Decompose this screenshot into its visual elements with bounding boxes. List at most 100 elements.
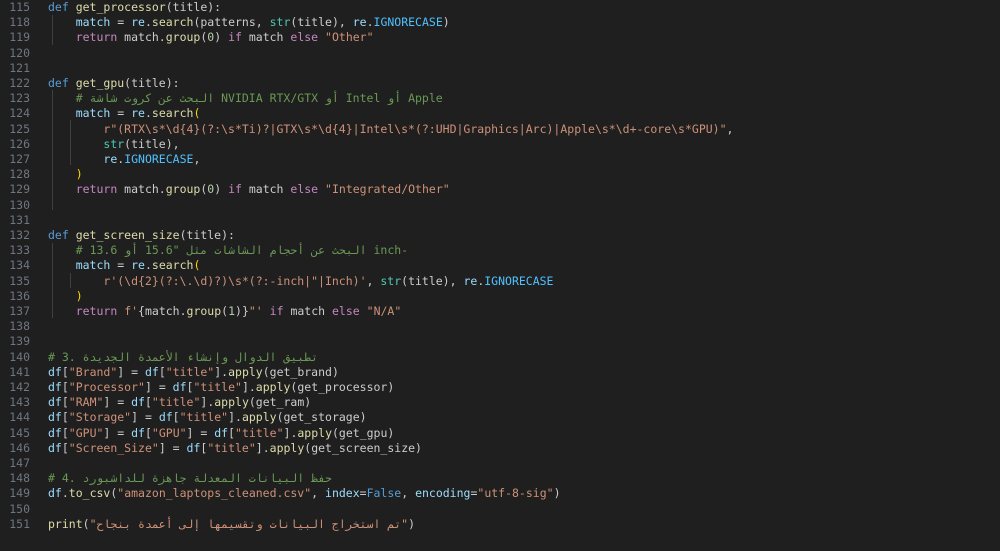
code-text: def get_processor(title): (48, 0, 221, 15)
code-text: df.to_csv("amazon_laptops_cleaned.csv", … (48, 486, 561, 501)
code-text: def get_screen_size(title): (48, 228, 235, 243)
code-line[interactable]: 133 # البحث عن أحجام الشاشات مثل "15.6 أ… (0, 243, 1000, 258)
code-line[interactable]: 136 ) (0, 289, 1000, 304)
line-number: 126 (9, 136, 30, 151)
code-line[interactable]: 149 df.to_csv("amazon_laptops_cleaned.csv… (0, 486, 1000, 501)
code-token: ] = (117, 364, 145, 379)
code-token: ) (408, 516, 416, 531)
code-token: "RAM" (68, 395, 104, 410)
code-token: (get_processor) (290, 380, 395, 394)
code-line[interactable]: 124 match = re.search( (0, 106, 1000, 121)
code-token: ) (75, 167, 83, 182)
code-token: IGNORECASE (373, 15, 443, 30)
code-line[interactable]: 147 (0, 456, 1000, 471)
code-token: search (151, 258, 194, 273)
code-line[interactable]: 142 df["Processor"] = df["title"].apply(g… (0, 380, 1000, 395)
code-token: ] = (131, 410, 159, 425)
code-line[interactable]: 127 re.IGNORECASE, (0, 152, 1000, 167)
code-text: # 4. حفظ البيانات المعدلة جاهزة للداشبور… (48, 471, 332, 486)
code-token: to_csv (68, 486, 111, 501)
code-token: search (151, 106, 194, 121)
code-token: df (48, 486, 62, 501)
code-token: . (144, 106, 152, 121)
code-line[interactable]: 121 (0, 61, 1000, 76)
code-token: return (75, 182, 118, 197)
line-number: 136 (9, 288, 30, 303)
code-line[interactable]: 141 df["Brand"] = df["title"].apply(get_b… (0, 365, 1000, 380)
code-line[interactable]: 150 (0, 502, 1000, 517)
code-line[interactable]: 144 df["Storage"] = df["title"].apply(get… (0, 410, 1000, 425)
code-token: f' (124, 304, 139, 318)
code-text: df["Brand"] = df["title"].apply(get_bran… (48, 365, 339, 380)
code-token: get_screen_size (75, 228, 180, 242)
code-line[interactable]: 131 (0, 213, 1000, 228)
code-line[interactable]: 120 (0, 46, 1000, 61)
code-token: (title): (124, 76, 180, 90)
code-line[interactable]: 123 # البحث عن كروت شاشة NVIDIA RTX/GTX … (0, 91, 1000, 106)
code-token: apply (255, 380, 291, 394)
code-token: (get_gpu) (332, 425, 395, 440)
code-token: apply (297, 425, 332, 440)
code-text: df["RAM"] = df["title"].apply(get_ram) (48, 395, 311, 410)
code-line[interactable]: 143 df["RAM"] = df["title"].apply(get_ram… (0, 395, 1000, 410)
code-line[interactable]: 132 def get_screen_size(title): (0, 228, 1000, 243)
code-token: "Processor" (68, 380, 145, 394)
line-number: 148 (9, 471, 30, 486)
code-token: "Integrated/Other" (325, 182, 450, 197)
code-line[interactable]: 151 print("تم استخراج البيانات وتقسيمها إ… (0, 517, 1000, 532)
code-editor[interactable]: 115 def get_processor(title): 118 match = … (0, 0, 1000, 551)
code-token: "GPU" (68, 425, 104, 440)
code-line[interactable]: 118 match = re.search(patterns, str(titl… (0, 15, 1000, 30)
code-token: ( (193, 258, 201, 273)
code-line[interactable]: 115 def get_processor(title): (0, 0, 1000, 15)
code-token: group (165, 30, 201, 45)
line-number: 143 (9, 395, 30, 410)
code-line[interactable]: 137 return f'{match.group(1)}"' if match… (0, 304, 1000, 319)
code-line[interactable]: 134 match = re.search( (0, 258, 1000, 273)
code-token: str (103, 136, 125, 151)
code-line[interactable]: 122 def get_gpu(title): (0, 76, 1000, 91)
line-number: 145 (9, 425, 30, 440)
code-line[interactable]: 140 # 3. تطبيق الدوال وإنشاء الأعمدة الجد… (0, 350, 1000, 365)
code-line[interactable]: 135 r'(\d{2}(?:\.\d)?)\s*(?:-inch|"|Inch… (0, 274, 1000, 289)
code-line[interactable]: 119 return match.group(0) if match else … (0, 30, 1000, 45)
line-number: 115 (9, 0, 30, 14)
code-line[interactable]: 129 return match.group(0) if match else … (0, 182, 1000, 197)
code-line[interactable]: 145 df["GPU"] = df["GPU"] = df["title"].a… (0, 426, 1000, 441)
code-token: print (48, 516, 83, 531)
code-line[interactable]: 130 (0, 198, 1000, 213)
code-line[interactable]: 148 # 4. حفظ البيانات المعدلة جاهزة للداش… (0, 471, 1000, 486)
code-token: def (48, 0, 76, 14)
code-token: else (290, 30, 319, 45)
line-number: 128 (9, 167, 30, 182)
code-line[interactable]: 125 r"(RTX\s*\d{4}(?:\s*Ti)?|GTX\s*\d{4}… (0, 122, 1000, 137)
code-token: df (131, 425, 145, 440)
code-line[interactable]: 139 (0, 334, 1000, 349)
code-token: = (110, 15, 132, 30)
line-number: 124 (9, 106, 30, 121)
code-token: df (48, 380, 62, 394)
code-token: ) (553, 486, 561, 501)
code-line[interactable]: 126 str(title), (0, 137, 1000, 152)
code-token: apply (214, 395, 249, 410)
line-number: 139 (9, 334, 30, 349)
code-line[interactable]: 146 df["Screen_Size"] = df["title"].apply… (0, 441, 1000, 456)
code-token: ]. (283, 425, 298, 440)
code-token: "Other" (325, 30, 374, 45)
code-token: , (401, 486, 416, 501)
code-line[interactable]: 128 ) (0, 167, 1000, 182)
line-number: 151 (9, 516, 30, 531)
code-line[interactable]: 138 (0, 319, 1000, 334)
line-number: 133 (9, 243, 30, 258)
code-token: df (144, 364, 159, 379)
code-token: # البحث عن كروت شاشة NVIDIA RTX/GTX أو I… (75, 91, 443, 106)
code-token: {match. (138, 304, 187, 318)
line-number: 150 (9, 501, 30, 516)
code-token: ] = (103, 395, 132, 410)
code-text: re.IGNORECASE, (48, 152, 200, 167)
code-token: # البحث عن أحجام الشاشات مثل "15.6 أو 13… (75, 243, 409, 258)
code-token: [ (172, 410, 180, 425)
